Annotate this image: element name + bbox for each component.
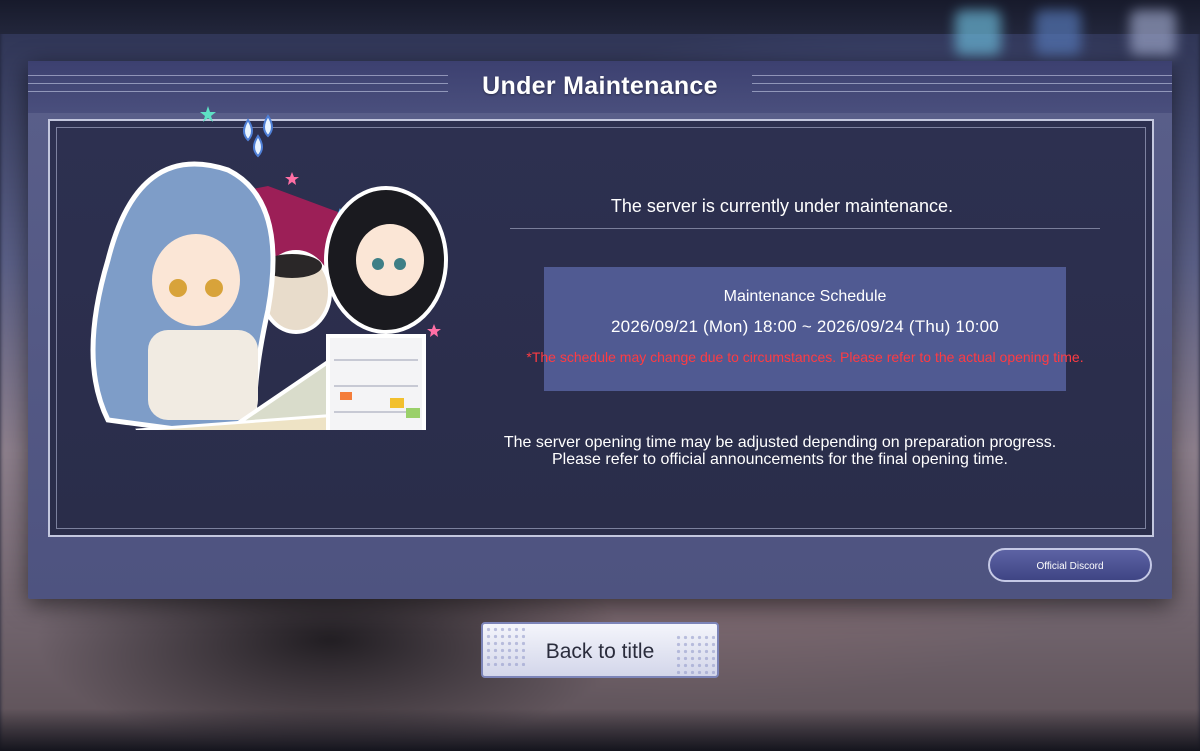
eye xyxy=(205,279,223,297)
sticky-note xyxy=(406,408,420,418)
sweat-drop-icon xyxy=(243,118,253,142)
schedule-note: *The schedule may change due to circumst… xyxy=(526,349,1084,365)
star-icon xyxy=(200,106,216,122)
back-to-title-label: Back to title xyxy=(545,640,655,663)
schedule-title: Maintenance Schedule xyxy=(723,288,887,305)
eye xyxy=(394,258,406,270)
opening-notice-line: Please refer to official announcements f… xyxy=(552,451,1008,468)
opening-notice: The server opening time may be adjusted … xyxy=(460,434,1100,468)
sweat-drop-icon xyxy=(263,114,273,138)
sweat-drop-icon xyxy=(253,134,263,158)
background-blur-icon xyxy=(955,10,1001,56)
star-icon xyxy=(285,172,299,185)
background-blur-icon xyxy=(1130,10,1176,56)
schedule-box: Maintenance Schedule 2026/09/21 (Mon) 18… xyxy=(526,267,1084,391)
official-discord-button[interactable]: Official Discord xyxy=(988,548,1152,582)
eye xyxy=(372,258,384,270)
face xyxy=(152,234,240,326)
opening-notice-line: The server opening time may be adjusted … xyxy=(503,434,1057,451)
background-top-bar xyxy=(0,0,1200,56)
blouse xyxy=(148,330,258,420)
dialog-title: Under Maintenance xyxy=(482,72,718,100)
background-bottom-bar xyxy=(0,709,1200,751)
message-divider xyxy=(510,228,1100,229)
background-blur-icon xyxy=(1035,10,1081,56)
face xyxy=(356,224,424,296)
star-icon xyxy=(427,324,441,337)
maintenance-message: The server is currently under maintenanc… xyxy=(610,196,954,216)
maintenance-characters-illustration xyxy=(90,106,448,430)
eye xyxy=(169,279,187,297)
schedule-range: 2026/09/21 (Mon) 18:00 ~ 2026/09/24 (Thu… xyxy=(611,317,999,336)
sticky-note xyxy=(390,398,404,408)
sticky-note xyxy=(340,392,352,400)
back-to-title-button[interactable]: Back to title xyxy=(481,622,719,678)
